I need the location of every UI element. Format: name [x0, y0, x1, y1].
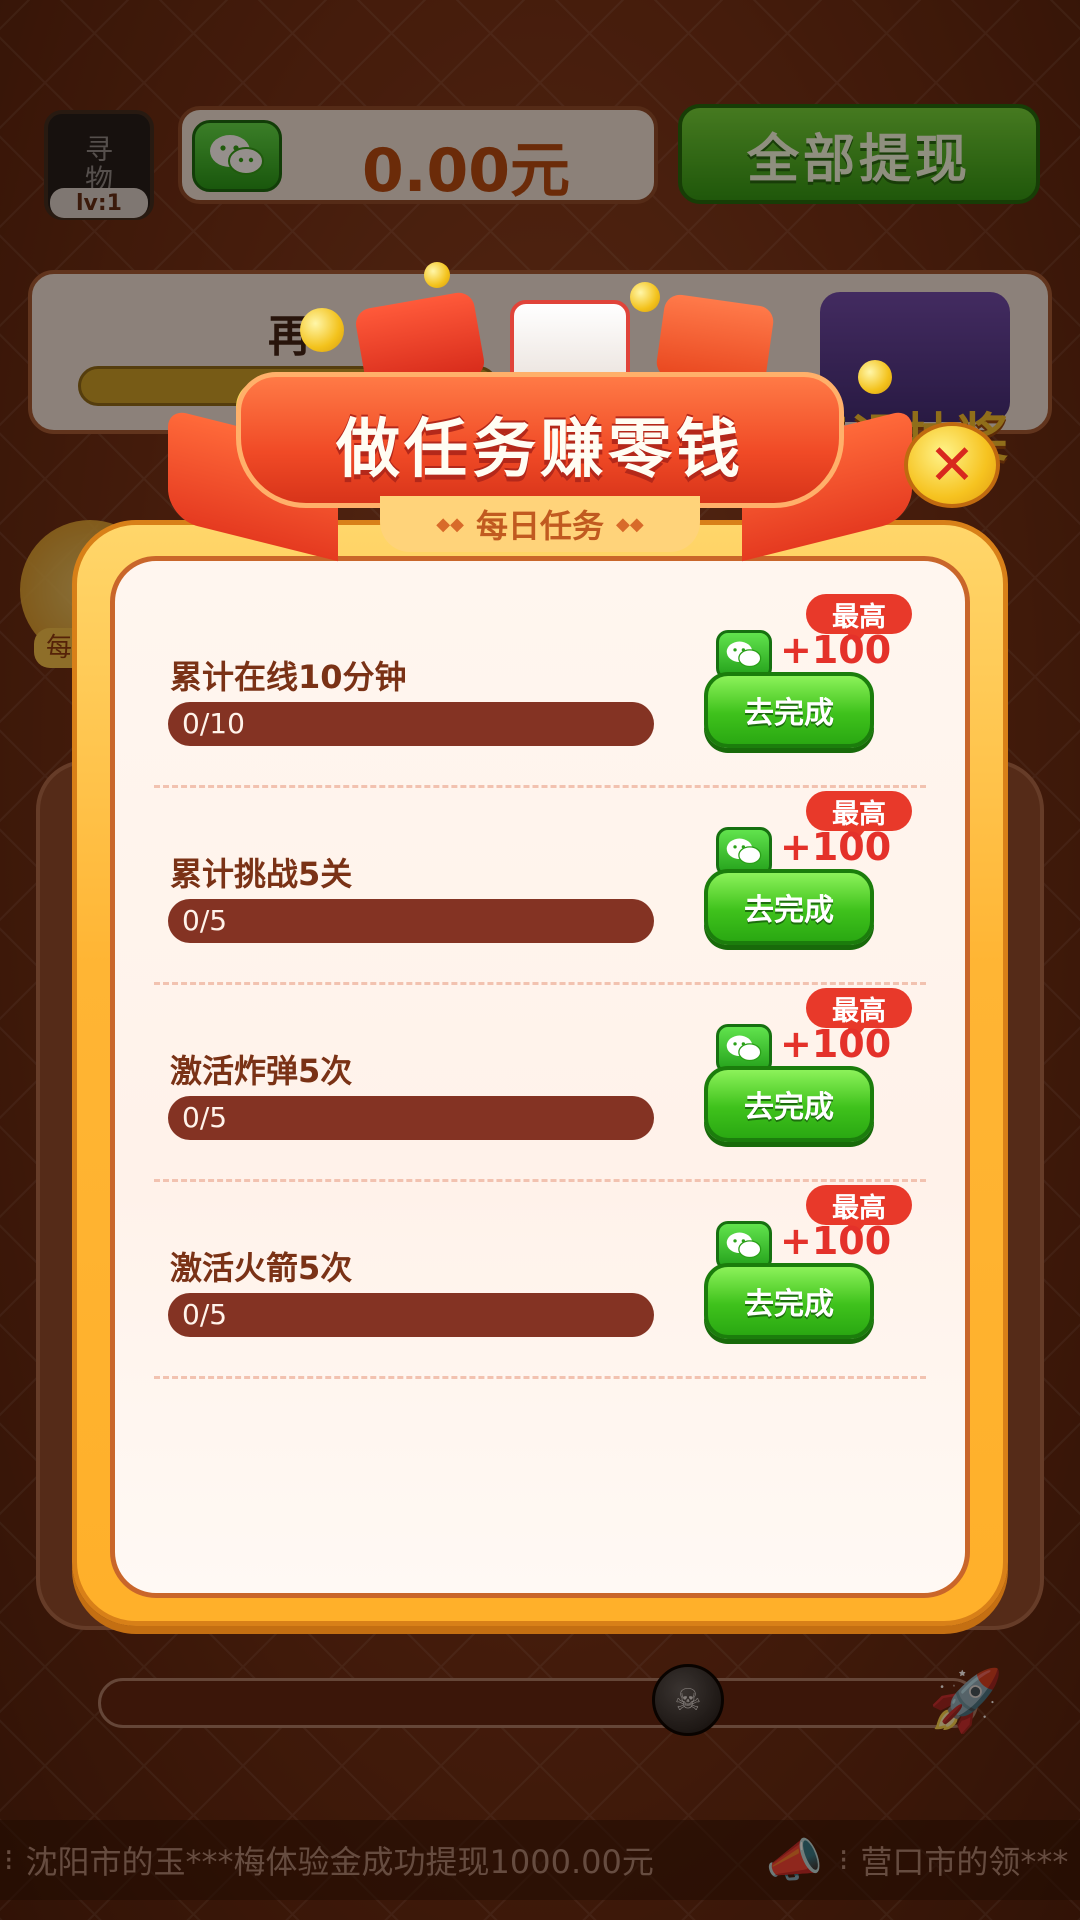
go-complete-button[interactable]: 去完成 — [704, 1066, 874, 1142]
modal-title: 做任务赚零钱 — [336, 413, 744, 487]
task-progress-bar: 0/5 — [168, 899, 654, 943]
reward-amount: +100 — [780, 628, 892, 672]
diamond-icon: ◆◆ — [436, 513, 464, 535]
modal-subtitle: 每日任务 — [475, 507, 604, 545]
task-item: 累计挑战5关 0/5 最高 +100 去完成 — [110, 789, 970, 985]
coin-decoration — [424, 262, 450, 288]
task-progress-text: 0/10 — [182, 707, 245, 740]
task-progress-text: 0/5 — [182, 1298, 228, 1331]
task-divider — [154, 785, 926, 788]
coin-decoration — [858, 360, 892, 394]
task-item: 激活炸弹5次 0/5 最高 +100 去完成 — [110, 986, 970, 1182]
task-divider — [154, 982, 926, 985]
task-item: 激活火箭5次 0/5 最高 +100 去完成 — [110, 1183, 970, 1379]
task-name: 激活火箭5次 — [170, 1249, 353, 1287]
task-name: 激活炸弹5次 — [170, 1052, 353, 1090]
go-complete-button[interactable]: 去完成 — [704, 869, 874, 945]
task-progress-bar: 0/5 — [168, 1293, 654, 1337]
subtitle-banner: ◆◆ 每日任务 ◆◆ — [380, 496, 700, 552]
task-divider — [154, 1376, 926, 1379]
task-progress-bar: 0/10 — [168, 702, 654, 746]
close-icon[interactable]: ✕ — [904, 422, 1000, 508]
coin-decoration — [300, 308, 344, 352]
task-name: 累计在线10分钟 — [170, 658, 407, 696]
go-complete-button[interactable]: 去完成 — [704, 1263, 874, 1339]
reward-amount: +100 — [780, 1022, 892, 1066]
reward-amount: +100 — [780, 825, 892, 869]
task-progress-text: 0/5 — [182, 904, 228, 937]
task-divider — [154, 1179, 926, 1182]
coin-decoration — [630, 282, 660, 312]
go-complete-button[interactable]: 去完成 — [704, 672, 874, 748]
task-item: 累计在线10分钟 0/10 最高 +100 去完成 — [110, 592, 970, 788]
reward-amount: +100 — [780, 1219, 892, 1263]
task-name: 累计挑战5关 — [170, 855, 353, 893]
diamond-icon: ◆◆ — [616, 513, 644, 535]
task-progress-text: 0/5 — [182, 1101, 228, 1134]
task-progress-bar: 0/5 — [168, 1096, 654, 1140]
